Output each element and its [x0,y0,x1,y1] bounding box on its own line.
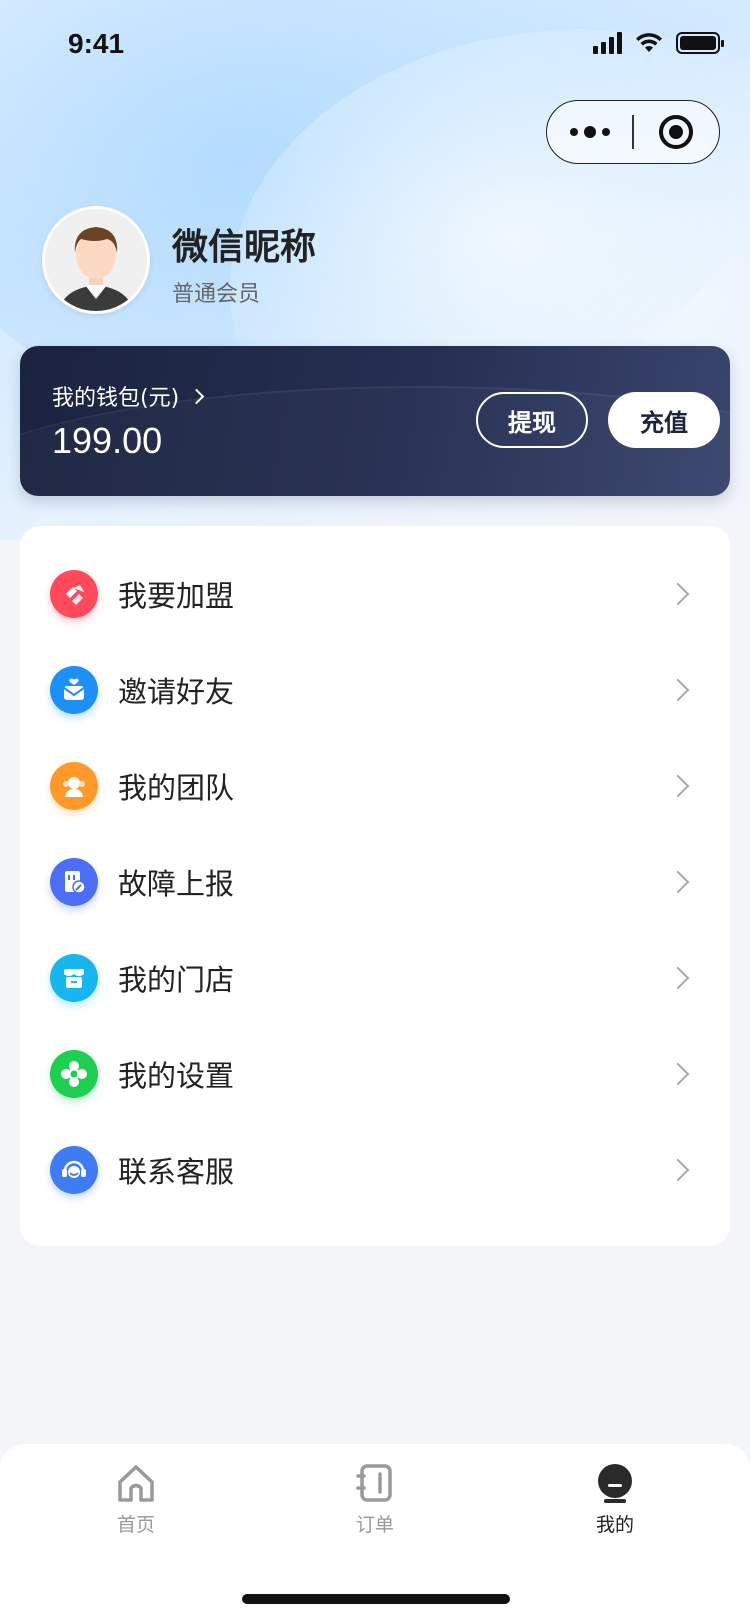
profile-icon [598,1464,632,1503]
menu-item-label: 我要加盟 [118,579,235,613]
target-icon[interactable] [634,115,719,149]
menu-item-settings[interactable]: 我的设置 [20,1026,730,1122]
menu-item-customer-service[interactable]: 联系客服 [20,1122,730,1218]
member-level: 普通会员 [172,282,261,307]
withdraw-button[interactable]: 提现 [476,392,588,448]
menu-item-label: 故障上报 [118,867,235,901]
status-time: 9:41 [68,28,125,59]
menu-item-label: 我的设置 [118,1059,235,1093]
wallet-amount: 199.00 [52,420,163,461]
signal-icon [593,32,622,54]
fault-report-icon [50,858,98,906]
menu-item-label: 我的门店 [118,963,235,997]
wallet-title-link[interactable]: 我的钱包(元) [52,380,205,412]
nickname: 微信昵称 [172,227,317,268]
home-indicator [242,1594,510,1604]
wallet-card: 我的钱包(元) 199.00 提现 充值 [20,346,730,496]
menu-item-label: 邀请好友 [118,675,235,709]
menu-item-join[interactable]: 我要加盟 [20,546,730,642]
menu-item-store[interactable]: 我的门店 [20,930,730,1026]
tab-mine[interactable]: 我的 [560,1462,670,1537]
menu-item-fault-report[interactable]: 故障上报 [20,834,730,930]
chevron-right-icon [666,678,690,702]
menu-item-team[interactable]: 我的团队 [20,738,730,834]
tab-label: 首页 [116,1514,155,1536]
status-bar: 9:41 [0,0,750,92]
menu-item-label: 我的团队 [118,771,235,805]
settings-flower-icon [50,1050,98,1098]
tab-label: 订单 [355,1514,394,1536]
chevron-right-icon [666,1158,690,1182]
status-icons [593,32,724,54]
wifi-icon [636,33,662,52]
chevron-right-icon [666,966,690,990]
battery-icon [676,32,724,54]
store-icon [50,954,98,1002]
order-icon [356,1464,392,1502]
recharge-button[interactable]: 充值 [608,392,720,448]
team-icon [50,762,98,810]
miniprogram-capsule [546,100,720,164]
tab-orders[interactable]: 订单 [320,1462,430,1537]
chevron-right-icon [666,1062,690,1086]
menu-list: 我要加盟 邀请好友 我的团队 故障上报 我的门店 我的设置 联系客服 [20,526,730,1246]
menu-item-invite[interactable]: 邀请好友 [20,642,730,738]
tab-label: 我的 [595,1514,634,1536]
envelope-heart-icon [50,666,98,714]
home-icon [118,1465,154,1502]
chevron-right-icon [188,388,205,404]
tab-home[interactable]: 首页 [81,1462,191,1537]
avatar[interactable] [42,206,150,314]
chevron-right-icon [666,582,690,606]
menu-item-label: 联系客服 [118,1155,235,1189]
more-dots-icon[interactable] [547,126,632,138]
chevron-right-icon [666,870,690,894]
handshake-icon [50,570,98,618]
headset-icon [50,1146,98,1194]
wallet-title: 我的钱包(元) [52,386,180,411]
chevron-right-icon [666,774,690,798]
